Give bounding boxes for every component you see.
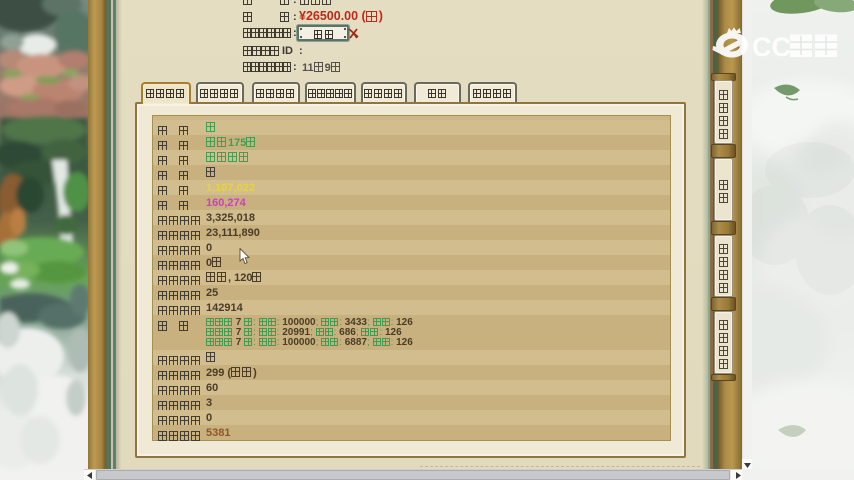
svg-text:CC: CC: [752, 32, 791, 62]
